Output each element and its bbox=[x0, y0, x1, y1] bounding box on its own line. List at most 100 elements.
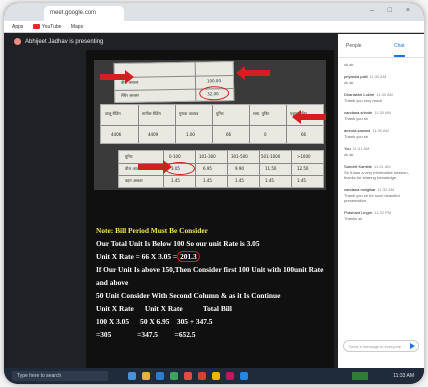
tab-bar: meet.google.com – □ × bbox=[4, 3, 424, 21]
chrome-icon[interactable] bbox=[184, 372, 192, 380]
bookmarks-bar: Apps YouTube Maps bbox=[4, 21, 424, 33]
bookmark-apps[interactable]: Apps bbox=[12, 24, 23, 30]
message-sender: Sanchit Kamble 11:31 AM bbox=[344, 164, 418, 169]
message-time: 11:30 AM bbox=[376, 92, 393, 97]
slip2-value-4: 66 bbox=[226, 132, 232, 137]
file-explorer-icon[interactable] bbox=[142, 372, 150, 380]
slip3-row1-value-4: 11.50 bbox=[265, 166, 277, 171]
slip3-row1-value-2: 6.95 bbox=[203, 166, 212, 171]
arrow-left-icon bbox=[236, 66, 270, 80]
app-icon[interactable] bbox=[212, 372, 220, 380]
note-line-7: =305 =347.5 =652.5 bbox=[96, 330, 196, 339]
slip3-row2-value-4: 1.45 bbox=[265, 178, 274, 183]
language-icon[interactable] bbox=[352, 372, 368, 380]
slip3-header-3: 101-300 bbox=[199, 154, 216, 159]
sender-name: priyanka patil bbox=[344, 74, 368, 79]
message-time: 11:30 AM bbox=[372, 128, 389, 133]
browser-window: meet.google.com – □ × Apps YouTube Maps … bbox=[4, 3, 424, 384]
message-time: 11:31 AM bbox=[352, 146, 370, 151]
edge-icon[interactable] bbox=[156, 372, 164, 380]
shared-screen: वीज आकार स्थिर आकार 100.00 32.00 चालू री… bbox=[86, 50, 334, 368]
slip1-highlight-circle bbox=[199, 86, 230, 101]
note-line-6: 100 X 3.05 50 X 6.95 305 + 347.5 bbox=[96, 317, 213, 326]
arrow-right-icon bbox=[100, 70, 134, 84]
sender-name: You bbox=[344, 146, 351, 151]
taskbar-clock[interactable]: 11:33 AM bbox=[393, 373, 414, 379]
message-list: ok sir priyanka patil 11:30 AM ok sir Dhan… bbox=[338, 58, 424, 225]
slip3-header-2: 0-100 bbox=[169, 154, 181, 159]
note-line-2-result: 201.3 bbox=[177, 251, 200, 262]
message-text: Thank you sir for such beautiful present… bbox=[344, 193, 400, 203]
taskbar-search[interactable]: Type here to search bbox=[12, 371, 108, 381]
message-sender: vandana shinde 11:30 AM bbox=[344, 110, 418, 115]
presenter-avatar bbox=[14, 38, 21, 45]
slip3-header-6: >1000 bbox=[297, 154, 311, 159]
slip1-label-2: स्थिर आकार bbox=[121, 92, 140, 98]
message-sender: priyanka patil 11:30 AM bbox=[344, 74, 418, 79]
message-text: ok sir bbox=[344, 62, 354, 67]
chat-input[interactable]: Send a message to everyone bbox=[343, 340, 419, 352]
window-controls[interactable]: – □ × bbox=[370, 7, 416, 14]
message-text: ok sir bbox=[344, 80, 354, 85]
slide-notes: Note: Bill Period Must Be Consider Our T… bbox=[96, 224, 332, 341]
slip2-header-3: गुणक अवयव bbox=[179, 111, 199, 116]
taskbar-search-placeholder: Type here to search bbox=[17, 373, 62, 379]
tab-chat[interactable]: Chat bbox=[394, 43, 405, 57]
message-time: 11:30 AM bbox=[374, 110, 391, 115]
bill-photo: वीज आकार स्थिर आकार 100.00 32.00 चालू री… bbox=[94, 60, 326, 190]
sender-name: vandana mulgikar bbox=[344, 187, 376, 192]
chat-message: ok sir bbox=[338, 58, 424, 71]
chat-message: priyanka patil 11:30 AM ok sir bbox=[338, 71, 424, 89]
arrow-right-icon bbox=[138, 160, 172, 174]
presenter-label: Abhijeet Jadhav is presenting bbox=[25, 39, 104, 46]
app-icon[interactable] bbox=[198, 372, 206, 380]
slip3-row2-value-1: 1.45 bbox=[171, 178, 180, 183]
message-text: Thank you sir bbox=[344, 134, 369, 139]
sender-name: Sanchit Kamble bbox=[344, 164, 373, 169]
arrow-left-icon bbox=[292, 110, 326, 124]
store-icon[interactable] bbox=[170, 372, 178, 380]
taskbar: Type here to search 11:33 AM bbox=[4, 368, 424, 384]
slip1-value-1: 100.00 bbox=[206, 78, 222, 84]
send-icon[interactable] bbox=[410, 343, 415, 349]
app-icon[interactable] bbox=[240, 372, 248, 380]
chat-panel: People Chat ok sir priyanka patil 11:30 A… bbox=[338, 34, 424, 368]
note-line-1: Our Total Unit Is Below 100 So our unit … bbox=[96, 239, 260, 248]
bookmark-youtube-label: YouTube bbox=[41, 24, 62, 30]
slip2-value-6: 66 bbox=[301, 132, 307, 137]
tab-title: meet.google.com bbox=[50, 10, 97, 16]
chat-message: Prashant Lingre 11:32 PM Thanks sir bbox=[338, 207, 424, 225]
panel-tabs: People Chat bbox=[338, 34, 424, 58]
slip2-value-2: 4409 bbox=[148, 132, 159, 137]
sender-name: Prashant Lingre bbox=[344, 210, 373, 215]
message-sender: amruta sawant 11:30 AM bbox=[344, 128, 418, 133]
note-line-2-text: Unit X Rate = 66 X 3.05 = bbox=[96, 252, 178, 261]
slip3-header-5: 501-1000 bbox=[261, 154, 281, 159]
chat-message: amruta sawant 11:30 AM Thank you sir bbox=[338, 125, 424, 143]
note-line-4: 50 Unit Consider With Second Column & as… bbox=[96, 291, 281, 300]
sender-name: amruta sawant bbox=[344, 128, 371, 133]
message-text: Thank you very much bbox=[344, 98, 383, 103]
bookmark-maps[interactable]: Maps bbox=[71, 24, 83, 30]
bookmark-youtube[interactable]: YouTube bbox=[32, 24, 62, 30]
tab-people[interactable]: People bbox=[346, 43, 362, 49]
chat-message: Sanchit Kamble 11:31 AM Sir it was a very … bbox=[338, 161, 424, 184]
message-sender: vandana mulgikar 11:32 AM bbox=[344, 187, 418, 192]
note-line-3: If Our Unit Is above 150,Then Consider f… bbox=[96, 265, 324, 287]
chat-message: Dhanashri Lokhe 11:30 AM Thank you very mu… bbox=[338, 89, 424, 107]
slip3-row2-label: वहन आकार bbox=[125, 178, 143, 183]
slip3-header-4: 301-500 bbox=[231, 154, 248, 159]
note-line-2: Unit X Rate = 66 X 3.05 = 201.3 bbox=[96, 250, 332, 263]
app-icon[interactable] bbox=[226, 372, 234, 380]
message-time: 11:32 PM bbox=[374, 210, 392, 215]
message-time: 11:30 AM bbox=[369, 74, 387, 79]
bill-slip-readings: चालू रीडिंग मागील रीडिंग गुणक अवयव युनिट… bbox=[100, 104, 324, 144]
browser-tab[interactable]: meet.google.com bbox=[44, 6, 124, 21]
message-time: 11:32 AM bbox=[377, 187, 395, 192]
message-sender: Dhanashri Lokhe 11:30 AM bbox=[344, 92, 418, 97]
message-text: Thanks sir bbox=[344, 216, 363, 221]
task-view-icon[interactable] bbox=[128, 372, 136, 380]
slip3-row1-value-3: 9.90 bbox=[235, 166, 244, 171]
chat-message: vandana shinde 11:30 AM Thank you sir bbox=[338, 107, 424, 125]
slip2-value-1: 4406 bbox=[111, 132, 122, 137]
